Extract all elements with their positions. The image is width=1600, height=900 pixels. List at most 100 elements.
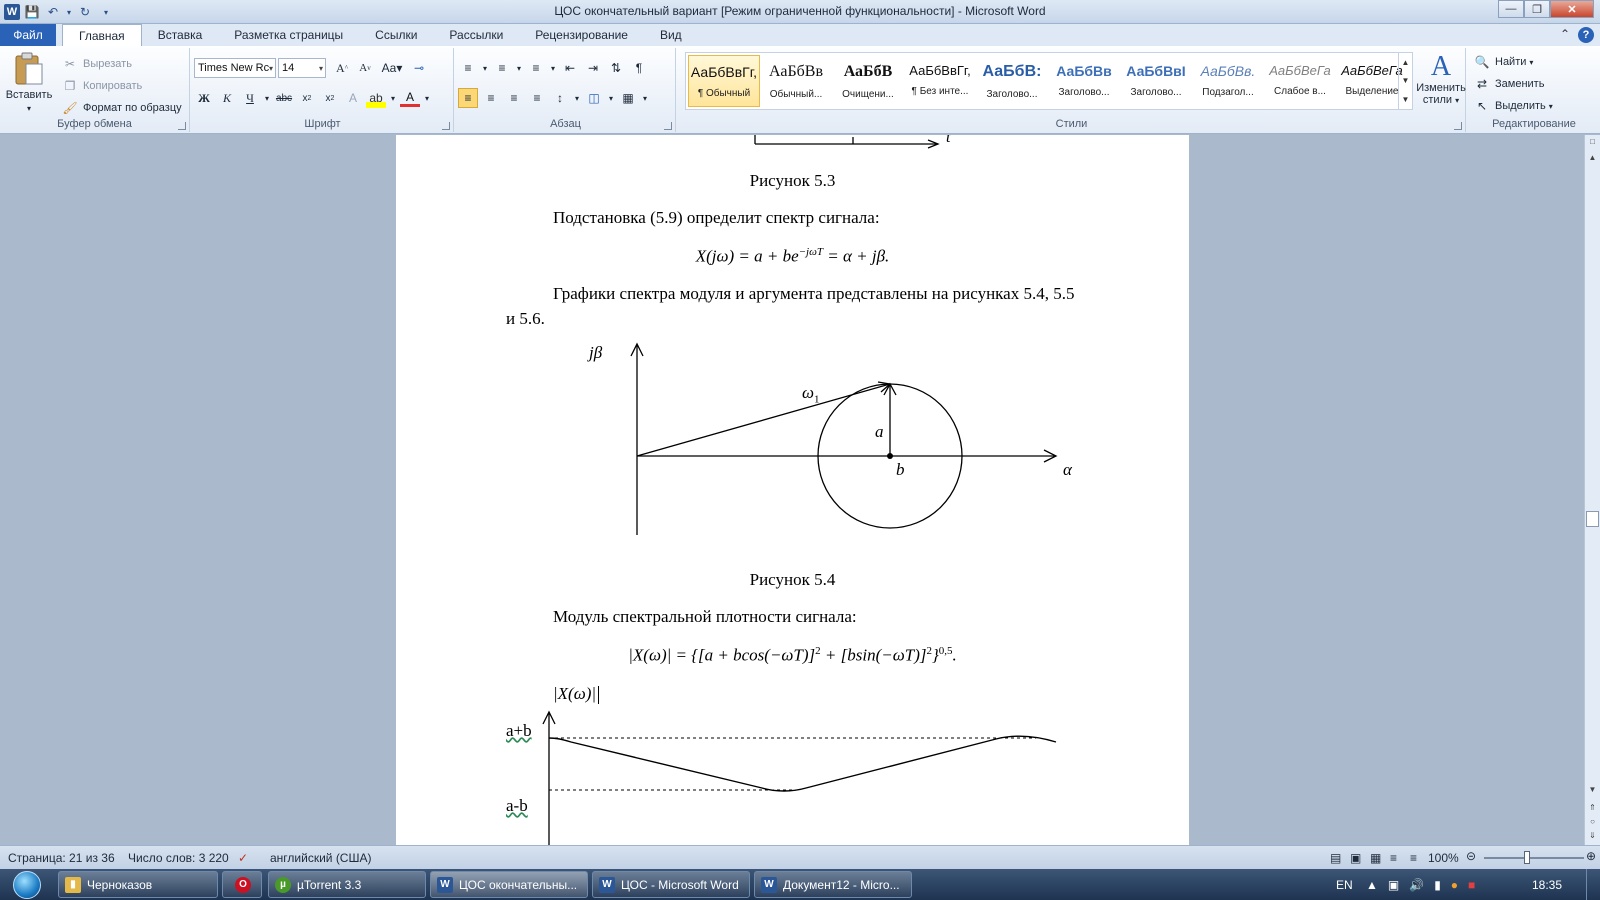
language-tray[interactable]: EN — [1336, 869, 1353, 900]
align-center-icon[interactable]: ≡ — [481, 88, 501, 108]
styles-dialog-launcher[interactable] — [1454, 122, 1462, 130]
copy-button[interactable]: ❐ Копировать — [60, 76, 143, 96]
style-heading-2[interactable]: АаБбВв Заголово... — [1048, 55, 1120, 107]
underline-icon[interactable]: Ч — [240, 88, 260, 108]
taskbar-item-opera[interactable]: O — [222, 871, 262, 898]
multilevel-list-icon[interactable]: ≡ — [526, 58, 546, 78]
style-no-spacing[interactable]: АаБбВвГг, ¶ Без инте... — [904, 55, 976, 107]
word-count[interactable]: Число слов: 3 220 — [128, 851, 229, 865]
taskbar-item-word-3[interactable]: W Документ12 - Micro... — [754, 871, 912, 898]
italic-icon[interactable]: К — [217, 88, 237, 108]
highlight-icon[interactable]: ab — [366, 88, 386, 108]
zoom-in-icon[interactable]: ⊕ — [1586, 849, 1596, 863]
gallery-up-icon[interactable]: ▲ — [1402, 58, 1410, 67]
draft-view-icon[interactable]: ≡ — [1410, 851, 1417, 865]
close-button[interactable]: ✕ — [1550, 0, 1594, 18]
taskbar-item-word-2[interactable]: W ЦОС - Microsoft Word — [592, 871, 750, 898]
language-indicator[interactable]: английский (США) — [270, 851, 371, 865]
decrease-indent-icon[interactable]: ⇤ — [560, 58, 580, 78]
zoom-slider-knob[interactable] — [1524, 851, 1530, 864]
proofing-icon[interactable]: ✓ — [238, 851, 248, 865]
style-subtle-emphasis[interactable]: АаБбВеГа Слабое в... — [1264, 55, 1336, 107]
previous-page-icon[interactable]: ⇑ — [1586, 803, 1599, 817]
cut-button[interactable]: ✂ Вырезать — [60, 54, 132, 74]
styles-gallery-scroll[interactable]: ▲ ▼ ▼ — [1398, 53, 1412, 109]
tab-insert[interactable]: Вставка — [142, 24, 219, 46]
network-icon[interactable]: ▮ — [1434, 878, 1441, 892]
justify-icon[interactable]: ≡ — [527, 88, 547, 108]
gallery-down-icon[interactable]: ▼ — [1402, 76, 1410, 85]
tab-mailings[interactable]: Рассылки — [433, 24, 519, 46]
multilevel-dropdown-icon[interactable]: ▾ — [549, 58, 557, 78]
tab-home[interactable]: Главная — [62, 24, 142, 46]
zoom-slider[interactable] — [1484, 857, 1584, 859]
change-case-icon[interactable]: Aa▾ — [378, 58, 406, 78]
shading-dropdown-icon[interactable]: ▾ — [607, 88, 615, 108]
document-page[interactable]: t Рисунок 5.3 Подстановка (5.9) определи… — [396, 135, 1189, 845]
format-painter-button[interactable]: 🖌 Формат по образцу — [60, 98, 181, 118]
tab-file[interactable]: Файл — [0, 24, 56, 46]
style-normal-2[interactable]: АаБбВв Обычный... — [760, 55, 832, 107]
borders-dropdown-icon[interactable]: ▾ — [641, 88, 649, 108]
minimize-button[interactable]: — — [1498, 0, 1524, 18]
tab-page-layout[interactable]: Разметка страницы — [218, 24, 359, 46]
tray-app-icon[interactable]: ▣ — [1388, 878, 1399, 892]
full-screen-view-icon[interactable]: ▣ — [1350, 851, 1361, 865]
replace-button[interactable]: ⇄ Заменить — [1472, 74, 1544, 94]
ruler-toggle-icon[interactable]: □ — [1586, 137, 1599, 151]
select-button[interactable]: ↖ Выделить ▾ — [1472, 96, 1553, 116]
font-color-dropdown-icon[interactable]: ▾ — [423, 88, 431, 108]
restore-button[interactable]: ❐ — [1524, 0, 1550, 18]
volume-icon[interactable]: 🔊 — [1409, 878, 1424, 892]
shrink-font-icon[interactable]: Av — [355, 58, 375, 78]
align-right-icon[interactable]: ≡ — [504, 88, 524, 108]
line-spacing-dropdown-icon[interactable]: ▾ — [573, 88, 581, 108]
clear-formatting-icon[interactable]: ⊸ — [409, 58, 429, 78]
zoom-level[interactable]: 100% — [1428, 851, 1459, 865]
outline-view-icon[interactable]: ≡ — [1390, 851, 1397, 865]
vertical-scrollbar[interactable]: □ ▲ ▼ ⇑ ○ ⇓ — [1584, 135, 1600, 845]
style-heading-3[interactable]: АаБбВвІ Заголово... — [1120, 55, 1192, 107]
show-marks-icon[interactable]: ¶ — [629, 58, 649, 78]
superscript-icon[interactable]: x2 — [320, 88, 340, 108]
print-layout-view-icon[interactable]: ▤ — [1330, 851, 1341, 865]
align-left-icon[interactable]: ≡ — [458, 88, 478, 108]
sort-icon[interactable]: ⇅ — [606, 58, 626, 78]
bold-icon[interactable]: Ж — [194, 88, 214, 108]
help-icon[interactable]: ? — [1578, 27, 1594, 43]
font-dialog-launcher[interactable] — [442, 122, 450, 130]
bullets-icon[interactable]: ≡ — [458, 58, 478, 78]
taskbar-item-utorrent[interactable]: µ µTorrent 3.3 — [268, 871, 426, 898]
clock[interactable]: 18:35 — [1532, 869, 1562, 900]
tab-references[interactable]: Ссылки — [359, 24, 433, 46]
page-counter[interactable]: Страница: 21 из 36 — [8, 851, 115, 865]
style-subtitle[interactable]: АаБбВв. Подзагол... — [1192, 55, 1264, 107]
scroll-up-icon[interactable]: ▲ — [1586, 153, 1599, 167]
paragraph-dialog-launcher[interactable] — [664, 122, 672, 130]
increase-indent-icon[interactable]: ⇥ — [583, 58, 603, 78]
gallery-more-icon[interactable]: ▼ — [1402, 95, 1410, 104]
scroll-down-icon[interactable]: ▼ — [1586, 785, 1599, 799]
line-spacing-icon[interactable]: ↕ — [550, 88, 570, 108]
subscript-icon[interactable]: x2 — [297, 88, 317, 108]
font-color-icon[interactable]: A — [400, 89, 420, 107]
numbering-dropdown-icon[interactable]: ▾ — [515, 58, 523, 78]
tray-shield-icon[interactable]: ● — [1451, 878, 1458, 892]
show-desktop-button[interactable] — [1586, 869, 1600, 900]
minimize-ribbon-icon[interactable]: ⌃ — [1560, 27, 1570, 43]
tray-expand-icon[interactable]: ▲ — [1366, 878, 1378, 892]
next-page-icon[interactable]: ⇓ — [1586, 831, 1599, 845]
underline-dropdown-icon[interactable]: ▾ — [263, 88, 271, 108]
taskbar-item-word-active[interactable]: W ЦОС окончательны... — [430, 871, 588, 898]
grow-font-icon[interactable]: A ^ — [332, 58, 352, 78]
numbering-icon[interactable]: ≡ — [492, 58, 512, 78]
tab-review[interactable]: Рецензирование — [519, 24, 644, 46]
shading-icon[interactable]: ◫ — [584, 88, 604, 108]
highlight-dropdown-icon[interactable]: ▾ — [389, 88, 397, 108]
clipboard-dialog-launcher[interactable] — [178, 122, 186, 130]
tab-view[interactable]: Вид — [644, 24, 698, 46]
browse-object-icon[interactable]: ○ — [1586, 817, 1599, 831]
change-styles-button[interactable]: A Изменить стили ▾ — [1416, 52, 1466, 107]
start-button[interactable] — [4, 869, 50, 900]
text-effects-icon[interactable]: A — [343, 88, 363, 108]
